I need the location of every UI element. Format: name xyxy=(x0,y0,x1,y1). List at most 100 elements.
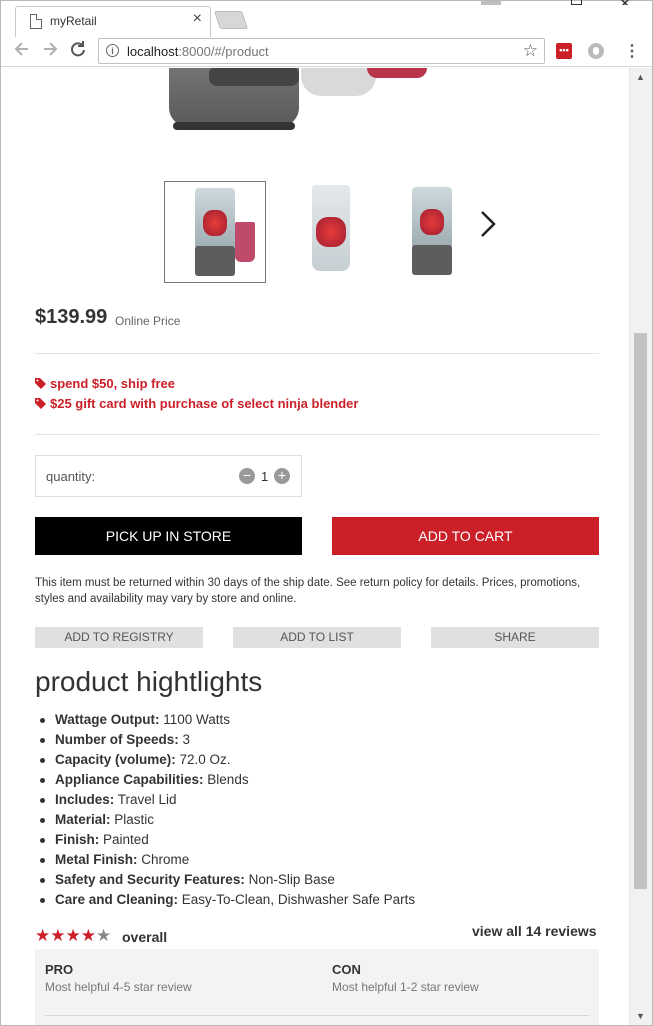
minimize-button[interactable] xyxy=(481,1,501,5)
highlight-key: Capacity (volume): xyxy=(55,752,176,767)
star-filled-icon: ★ xyxy=(80,926,96,945)
product-thumbnails xyxy=(164,181,514,283)
info-icon[interactable]: i xyxy=(106,44,119,57)
fruit-image xyxy=(420,209,444,235)
star-empty-icon: ★ xyxy=(96,926,112,945)
product-main-image xyxy=(161,68,431,148)
highlight-key: Appliance Capabilities: xyxy=(55,772,204,787)
list-item: Finish: Painted xyxy=(40,830,615,850)
list-item: Wattage Output: 1100 Watts xyxy=(40,710,615,730)
view-all-reviews-link[interactable]: view all 14 reviews xyxy=(472,923,597,939)
thumbnail-3[interactable] xyxy=(382,181,484,283)
thumbnail-1[interactable] xyxy=(164,181,266,283)
star-filled-icon: ★ xyxy=(50,926,66,945)
highlight-key: Wattage Output: xyxy=(55,712,160,727)
blender-base-image xyxy=(195,246,235,276)
highlight-key: Safety and Security Features: xyxy=(55,872,245,887)
star-filled-icon: ★ xyxy=(35,926,51,945)
highlight-key: Metal Finish: xyxy=(55,852,138,867)
divider xyxy=(35,434,599,435)
star-rating: ★★★★★ xyxy=(35,926,111,946)
promotion-text: $25 gift card with purchase of select ni… xyxy=(50,396,359,411)
browser-window: myRetail × i localhost:8000/#/product ☆ … xyxy=(0,0,653,1026)
blender-base-image xyxy=(412,245,452,275)
forward-button[interactable] xyxy=(41,40,59,63)
bookmark-star-icon[interactable]: ☆ xyxy=(523,41,538,61)
highlight-key: Number of Speeds: xyxy=(55,732,179,747)
highlight-value: 72.0 Oz. xyxy=(175,752,231,767)
highlight-value: Non-Slip Base xyxy=(244,872,335,887)
promotion-1[interactable]: spend $50, ship free xyxy=(35,376,175,391)
return-policy-note: This item must be returned within 30 day… xyxy=(35,577,581,605)
cup-image xyxy=(235,222,255,262)
highlight-value: Blends xyxy=(203,772,249,787)
blender-foot-image xyxy=(173,122,295,130)
close-tab-icon[interactable]: × xyxy=(193,10,202,28)
divider xyxy=(45,1015,589,1016)
add-to-list-button[interactable]: ADD TO LIST xyxy=(233,627,401,648)
tab-title: myRetail xyxy=(50,14,97,28)
browser-menu-icon[interactable]: ⋮ xyxy=(624,41,640,61)
highlight-value: Easy-To-Clean, Dishwasher Safe Parts xyxy=(178,892,416,907)
tab-strip: myRetail × xyxy=(1,0,652,37)
url-path: :8000/#/product xyxy=(178,44,269,59)
list-item: Capacity (volume): 72.0 Oz. xyxy=(40,750,615,770)
page-icon xyxy=(30,14,42,29)
list-item: Care and Cleaning: Easy-To-Clean, Dishwa… xyxy=(40,890,615,910)
reload-icon xyxy=(71,41,85,57)
product-highlights-title: product hightlights xyxy=(35,666,263,697)
add-to-registry-button[interactable]: ADD TO REGISTRY xyxy=(35,627,203,648)
highlight-value: Plastic xyxy=(110,812,155,827)
review-summary-panel: PRO Most helpful 4-5 star review CON Mos… xyxy=(35,949,599,1025)
overall-label: overall xyxy=(122,929,168,945)
maximize-button[interactable] xyxy=(571,0,582,5)
highlight-key: Care and Cleaning: xyxy=(55,892,179,907)
highlight-value: Travel Lid xyxy=(114,792,177,807)
url-text: localhost:8000/#/product xyxy=(127,44,269,59)
price-label: Online Price xyxy=(115,314,181,328)
url-host: localhost xyxy=(127,44,179,59)
highlight-key: Finish: xyxy=(55,832,100,847)
quantity-decrement-button[interactable]: − xyxy=(239,468,255,484)
promotion-text: spend $50, ship free xyxy=(50,376,175,391)
quantity-label: quantity: xyxy=(46,469,96,484)
scroll-up-arrow-icon[interactable]: ▲ xyxy=(636,72,645,82)
vertical-scrollbar[interactable]: ▲ ▼ xyxy=(629,68,652,1025)
reload-button[interactable] xyxy=(69,40,87,63)
extension-icon[interactable] xyxy=(588,43,604,59)
add-to-cart-button[interactable]: ADD TO CART xyxy=(332,517,599,555)
quantity-stepper: quantity: − 1 + xyxy=(35,455,302,497)
pick-up-in-store-button[interactable]: PICK UP IN STORE xyxy=(35,517,302,555)
arrow-right-icon xyxy=(44,42,58,56)
blender-cup-image xyxy=(301,68,376,96)
close-window-button[interactable] xyxy=(618,0,632,5)
scroll-down-arrow-icon[interactable]: ▼ xyxy=(636,1011,645,1021)
close-icon xyxy=(620,0,630,5)
star-filled-icon: ★ xyxy=(65,926,81,945)
price: $139.99 xyxy=(35,306,108,328)
con-subtitle: Most helpful 1-2 star review xyxy=(332,980,479,994)
share-button[interactable]: SHARE xyxy=(431,627,599,648)
scrollbar-thumb[interactable] xyxy=(634,333,647,889)
address-bar[interactable]: i localhost:8000/#/product ☆ xyxy=(98,38,545,64)
blender-base-image xyxy=(169,68,299,126)
thumbnail-2[interactable] xyxy=(280,181,382,283)
list-item: Safety and Security Features: Non-Slip B… xyxy=(40,870,615,890)
quantity-value[interactable]: 1 xyxy=(261,469,268,484)
new-tab-button[interactable] xyxy=(214,11,248,29)
back-button[interactable] xyxy=(13,40,31,63)
promotion-2[interactable]: $25 gift card with purchase of select ni… xyxy=(35,396,358,411)
browser-toolbar: i localhost:8000/#/product ☆ ••• ⋮ xyxy=(1,37,652,67)
list-item: Number of Speeds: 3 xyxy=(40,730,615,750)
chevron-right-icon[interactable] xyxy=(480,210,496,238)
divider xyxy=(35,353,599,354)
con-title: CON xyxy=(332,962,361,977)
product-highlights-list: Wattage Output: 1100 Watts Number of Spe… xyxy=(40,710,615,910)
quantity-increment-button[interactable]: + xyxy=(274,468,290,484)
highlight-key: Material: xyxy=(55,812,111,827)
list-item: Includes: Travel Lid xyxy=(40,790,615,810)
browser-tab[interactable]: myRetail × xyxy=(15,6,211,37)
list-item: Metal Finish: Chrome xyxy=(40,850,615,870)
lastpass-extension-icon[interactable]: ••• xyxy=(556,43,572,59)
arrow-left-icon xyxy=(14,42,28,56)
